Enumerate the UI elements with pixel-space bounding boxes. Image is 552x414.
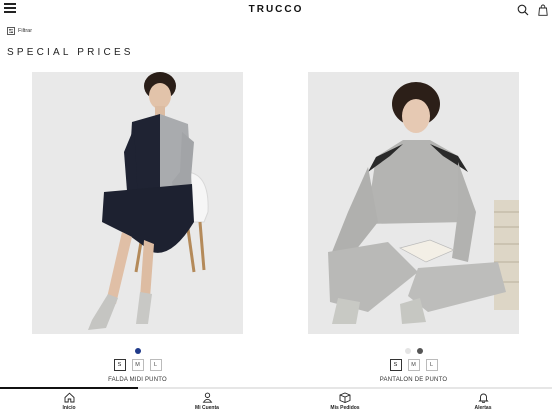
size-option[interactable]: L (149, 359, 162, 371)
color-swatch[interactable] (416, 348, 423, 354)
tab-label: Mis Pedidos (330, 405, 360, 411)
product-name[interactable]: FALDA MIDI PUNTO (32, 377, 243, 383)
size-option[interactable]: M (131, 359, 144, 371)
tab-label: Mi Cuenta (195, 405, 219, 411)
tab-mi-cuenta[interactable]: Mi Cuenta (177, 392, 237, 411)
filter-button[interactable]: Filtrar (7, 26, 32, 36)
filter-label: Filtrar (18, 28, 33, 34)
product-name[interactable]: PANTALON DE PUNTO (308, 377, 519, 383)
page-title: SPECIAL PRICES (7, 47, 134, 58)
filter-icon (7, 27, 15, 35)
size-selector: S M L (32, 359, 243, 371)
tab-alertas[interactable]: Alertas (453, 392, 513, 411)
product-image[interactable] (32, 72, 243, 334)
color-swatches (32, 348, 243, 354)
size-selector: S M L (308, 359, 519, 371)
color-swatch[interactable] (134, 348, 141, 354)
home-icon (64, 392, 74, 403)
product-card[interactable]: S M L PANTALON DE PUNTO (308, 72, 519, 383)
top-bar: TRUCCO (0, 0, 552, 20)
tab-mis-pedidos[interactable]: Mis Pedidos (315, 392, 375, 411)
account-icon (202, 392, 212, 403)
color-swatch[interactable] (404, 348, 411, 354)
size-option[interactable]: S (113, 359, 126, 371)
size-option[interactable]: L (425, 359, 438, 371)
bottom-tab-bar: Inicio Mi Cuenta Mis Pedidos Alertas (0, 389, 552, 414)
shopping-bag-icon[interactable] (538, 3, 548, 16)
tab-label: Inicio (62, 405, 76, 411)
product-card[interactable]: S M L FALDA MIDI PUNTO (32, 72, 243, 383)
search-icon[interactable] (517, 3, 529, 16)
product-image[interactable] (308, 72, 519, 334)
tab-inicio[interactable]: Inicio (39, 392, 99, 411)
color-swatches (308, 348, 519, 354)
size-option[interactable]: M (407, 359, 420, 371)
tab-label: Alertas (474, 405, 492, 411)
orders-box-icon (339, 392, 351, 403)
size-option[interactable]: S (389, 359, 402, 371)
brand-logo[interactable]: TRUCCO (0, 4, 552, 15)
bell-icon (477, 393, 489, 403)
